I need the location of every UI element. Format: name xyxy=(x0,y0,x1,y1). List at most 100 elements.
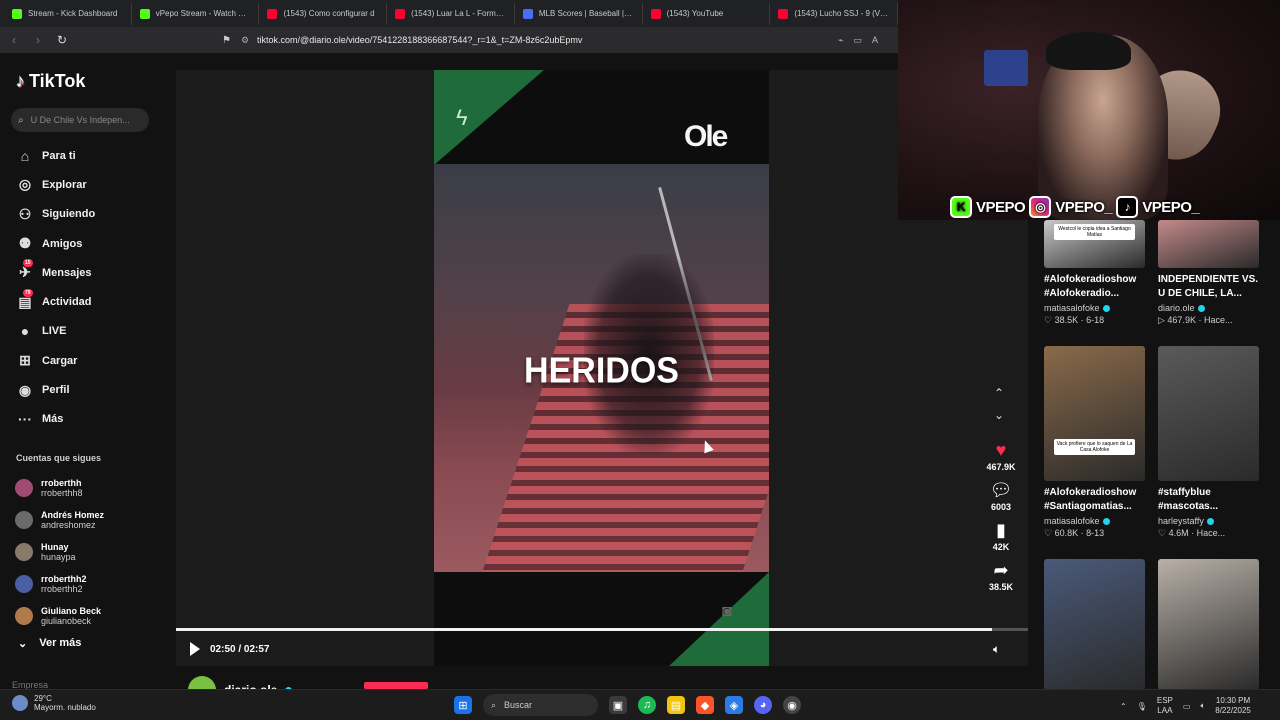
chevron-up-icon[interactable]: ⌃ xyxy=(994,386,1004,400)
nav-label: Explorar xyxy=(42,178,87,191)
discord-icon[interactable]: ◕ xyxy=(754,696,772,714)
play-icon[interactable] xyxy=(190,642,200,656)
video-stats: ▷ 467.9K · Hace... xyxy=(1158,315,1233,325)
video-card[interactable]: #staffyblue #mascotas... harleystaffy ♡ 4.6… xyxy=(1158,346,1259,539)
obs-icon[interactable]: ◉ xyxy=(783,696,801,714)
video-frame[interactable]: ϟ Ole HERIDOS ◙ xyxy=(434,70,769,666)
video-user[interactable]: diario.ole xyxy=(1158,303,1259,313)
reload-icon[interactable]: ↻ xyxy=(52,30,72,50)
video-card[interactable] xyxy=(1044,559,1145,690)
video-card[interactable]: INDEPENDIENTE VS. U DE CHILE, LA... diario… xyxy=(1158,220,1259,326)
nav-item[interactable]: ◉ Perfil xyxy=(16,375,95,404)
video-time: 02:50 / 02:57 xyxy=(210,643,270,655)
nav-item[interactable]: ⌂ Para ti xyxy=(16,141,95,170)
chevron-down-icon[interactable]: ⌄ xyxy=(994,408,1004,422)
weather-widget[interactable]: 29°C Mayorm. nublado xyxy=(12,694,96,712)
video-content: HERIDOS xyxy=(434,164,769,572)
url-bar[interactable]: ⚑ ⚙ tiktok.com/@diario.ole/video/7541228… xyxy=(222,31,878,49)
verified-icon xyxy=(1206,517,1214,525)
tab-title: vPepo Stream - Watch Live xyxy=(155,9,251,18)
ole-brand: Ole xyxy=(684,120,728,153)
like-button[interactable]: ♥ 467.9K xyxy=(984,440,1018,472)
tiktok-note-icon: ♪ xyxy=(16,71,25,91)
video-thumbnail[interactable]: Westcol le copia idea a Santiago Matías xyxy=(1044,220,1145,268)
green-wedge-bottom xyxy=(669,572,769,666)
nav-item[interactable]: ◎ Explorar xyxy=(16,170,95,199)
following-item[interactable]: rroberthh rroberthh8 xyxy=(15,472,104,504)
video-user[interactable]: harleystaffy xyxy=(1158,516,1259,526)
video-card[interactable]: Vack profiere que lo saquen de La Casa A… xyxy=(1044,346,1145,539)
brave-icon[interactable]: ◆ xyxy=(696,696,714,714)
browser-tab[interactable]: MLB Scores | Baseball | Sc xyxy=(515,2,643,25)
bookmark-icon[interactable]: ⚑ xyxy=(222,35,231,46)
browser-tab[interactable]: Stream - Kick Dashboard xyxy=(4,2,132,25)
speaker-icon[interactable]: 🔈︎ xyxy=(1200,701,1205,711)
browser-tab[interactable]: (1543) YouTube xyxy=(643,2,771,25)
video-card[interactable] xyxy=(1158,559,1259,690)
back-icon[interactable]: ‹ xyxy=(4,30,24,50)
pip-icon[interactable]: ▭ xyxy=(853,35,862,46)
nav-item[interactable]: ⚇ Siguiendo xyxy=(16,200,95,229)
nav-label: Para ti xyxy=(42,149,76,162)
cast-icon[interactable]: ⌁ xyxy=(838,35,843,46)
video-card[interactable]: Westcol le copia idea a Santiago Matías #… xyxy=(1044,220,1145,326)
forward-icon[interactable]: › xyxy=(28,30,48,50)
thumbnail-overlay-text: Westcol le copia idea a Santiago Matías xyxy=(1054,224,1135,240)
network-icon[interactable]: ▭ xyxy=(1183,702,1191,711)
search-placeholder: U De Chile Vs Indepen... xyxy=(30,115,130,125)
nav-item[interactable]: ● LIVE xyxy=(16,317,95,346)
see-more-button[interactable]: ⌄ Ver más xyxy=(18,637,81,650)
video-user[interactable]: matiasalofoke xyxy=(1044,516,1145,526)
video-thumbnail[interactable]: Vack profiere que lo saquen de La Casa A… xyxy=(1044,346,1145,481)
task-view-icon[interactable]: ▣ xyxy=(609,696,627,714)
browser-tab[interactable]: (1543) Como configurar d xyxy=(259,2,388,25)
mic-icon[interactable]: 🎙︎ xyxy=(1137,702,1147,711)
share-icon: ➦ xyxy=(993,560,1009,580)
taskbar-search[interactable]: ⌕ Buscar xyxy=(483,694,598,716)
browser-tab[interactable]: vPepo Stream - Watch Live xyxy=(132,2,260,25)
following-item[interactable]: Giuliano Beck giulianobeck xyxy=(15,600,104,632)
kick-handle: VPEPO xyxy=(976,198,1026,216)
share-button[interactable]: ➦ 38.5K xyxy=(984,560,1018,592)
nav-item[interactable]: ⊞ Cargar xyxy=(16,346,95,375)
translate-icon[interactable]: A xyxy=(872,35,878,46)
nav-item[interactable]: ▤ 79 Actividad xyxy=(16,287,95,316)
app-icon[interactable]: ◈ xyxy=(725,696,743,714)
verified-icon xyxy=(1102,304,1110,312)
start-icon[interactable]: ⊞ xyxy=(454,696,472,714)
video-thumbnail[interactable] xyxy=(1044,559,1145,690)
streamer-webcam: K VPEPO ◎ VPEPO_ ♪ VPEPO_ xyxy=(898,0,1280,220)
lang-bottom: LAA xyxy=(1157,706,1173,715)
video-user[interactable]: matiasalofoke xyxy=(1044,303,1145,313)
browser-tab[interactable]: (1543) Lucho SSJ - 9 (Vide xyxy=(770,2,898,25)
comment-button[interactable]: 💬︎ 6003 xyxy=(984,480,1018,512)
tiktok-handle: VPEPO_ xyxy=(1142,198,1200,216)
video-thumbnail[interactable] xyxy=(1158,346,1259,481)
video-thumbnail[interactable] xyxy=(1158,559,1259,690)
file-explorer-icon[interactable]: ▤ xyxy=(667,696,685,714)
nav-item[interactable]: ⚉ Amigos xyxy=(16,229,95,258)
tiktok-logo[interactable]: ♪ TikTok xyxy=(16,71,85,92)
site-info-icon[interactable]: ⚙ xyxy=(241,35,249,46)
url-text: tiktok.com/@diario.ole/video/75412281883… xyxy=(257,35,583,45)
nav-item[interactable]: ··· Más xyxy=(16,405,95,434)
clock[interactable]: 10:30 PM 8/22/2025 xyxy=(1215,696,1251,716)
video-progress[interactable] xyxy=(176,628,1028,631)
nav-label: Mensajes xyxy=(42,266,92,279)
tab-favicon-icon xyxy=(778,8,789,19)
following-item[interactable]: rroberthh2 rroberthh2 xyxy=(15,568,104,600)
nav-item[interactable]: ✈ 15 Mensajes xyxy=(16,258,95,287)
volume-icon[interactable]: 🔈︎ xyxy=(993,642,1000,657)
search-input[interactable]: ⌕ U De Chile Vs Indepen... xyxy=(11,108,149,132)
follow-button[interactable] xyxy=(364,682,428,689)
nav-icon: ⚉ xyxy=(18,235,32,252)
tray-chevron-icon[interactable]: ⌃ xyxy=(1120,702,1127,711)
tab-favicon-icon xyxy=(139,8,150,19)
language-indicator[interactable]: ESP LAA xyxy=(1157,696,1173,716)
spotify-icon[interactable]: ♫ xyxy=(638,696,656,714)
video-thumbnail[interactable] xyxy=(1158,220,1259,268)
following-item[interactable]: Andrés Homez andreshomez xyxy=(15,504,104,536)
save-button[interactable]: ▮ 42K xyxy=(984,520,1018,552)
following-item[interactable]: Hunay hunaypa xyxy=(15,536,104,568)
browser-tab[interactable]: (1543) Luar La L - Formule xyxy=(387,2,515,25)
